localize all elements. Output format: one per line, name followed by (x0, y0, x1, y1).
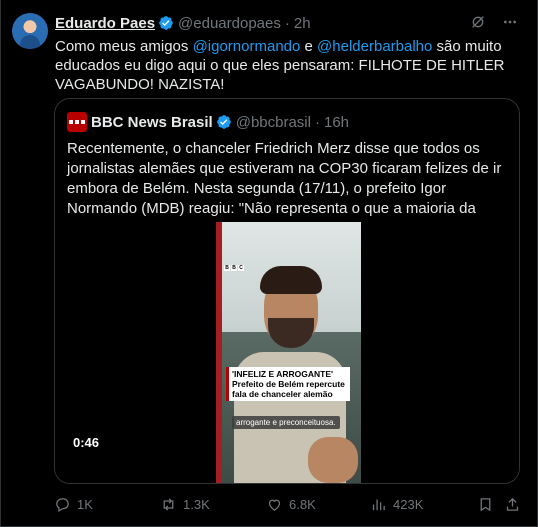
author-name[interactable]: Eduardo Paes (55, 15, 155, 32)
person-hair (260, 266, 322, 294)
video-subtitle: arrogante e preconceituosa. (232, 416, 340, 429)
verified-badge-icon (159, 16, 173, 30)
person-hand (308, 437, 358, 483)
grok-icon[interactable] (469, 13, 487, 31)
quote-header: BBC News Brasil @bbcbrasil · 16h (67, 112, 349, 132)
like-icon (268, 499, 281, 511)
quote-author-name[interactable]: BBC News Brasil (91, 114, 213, 131)
bookmark-icon (480, 497, 491, 511)
reply-count: 1K (77, 496, 93, 512)
mention-link[interactable]: @igornormando (193, 38, 301, 55)
logo-letter: B (231, 265, 237, 271)
author-handle[interactable]: @eduardopaes (178, 15, 281, 32)
mention-link[interactable]: @helderbarbalho (317, 38, 432, 55)
post-age[interactable]: 2h (294, 15, 311, 32)
repost-count: 1.3K (183, 496, 210, 512)
video-duration: 0:46 (73, 435, 100, 450)
verified-badge-icon (216, 115, 231, 129)
post-header: Eduardo Paes @eduardopaes · 2h (55, 13, 311, 33)
reply-button[interactable]: 1K (54, 494, 93, 514)
video-subheadline: Prefeito de Belém repercute fala de chan… (232, 379, 345, 399)
video-player[interactable]: B B C 'INFELIZ E ARROGANTE' Prefeito de … (55, 219, 519, 483)
logo-letter: B (224, 265, 230, 271)
bbc-logo: B B C (224, 265, 244, 271)
video-frame[interactable]: B B C 'INFELIZ E ARROGANTE' Prefeito de … (216, 222, 361, 483)
post-text: Como meus amigos @igornormando e @helder… (55, 37, 525, 94)
views-button[interactable]: 423K (370, 494, 423, 514)
repost-button[interactable]: 1.3K (160, 494, 210, 514)
reply-icon (56, 497, 69, 512)
views-icon (372, 499, 385, 510)
video-accent-bar (216, 222, 222, 483)
top-actions (469, 13, 519, 31)
like-count: 6.8K (289, 496, 316, 512)
logo-letter: C (238, 265, 244, 271)
more-icon[interactable] (501, 13, 519, 31)
share-button[interactable] (504, 494, 521, 514)
post-text-part: Como meus amigos (55, 38, 193, 55)
video-caption: 'INFELIZ E ARROGANTE' Prefeito de Belém … (226, 367, 350, 401)
bbc-avatar[interactable] (67, 112, 87, 132)
quote-author-handle[interactable]: @bbcbrasil (236, 114, 311, 131)
quote-separator: · (314, 113, 320, 131)
action-bar: 1K 1.3K 6.8K 423K (54, 494, 524, 514)
post-card[interactable]: Eduardo Paes @eduardopaes · 2h Como meus… (0, 0, 538, 527)
post-text-part: e (300, 38, 318, 55)
bookmark-button[interactable] (477, 494, 494, 514)
share-icon (506, 497, 519, 511)
repost-icon (163, 497, 174, 511)
avatar[interactable] (12, 13, 48, 49)
quote-age[interactable]: 16h (324, 114, 349, 131)
video-headline: 'INFELIZ E ARROGANTE' (232, 369, 334, 379)
like-button[interactable]: 6.8K (266, 494, 316, 514)
header-separator: · (284, 14, 290, 32)
quoted-post[interactable]: BBC News Brasil @bbcbrasil · 16h Recente… (54, 98, 520, 484)
views-count: 423K (393, 496, 424, 512)
